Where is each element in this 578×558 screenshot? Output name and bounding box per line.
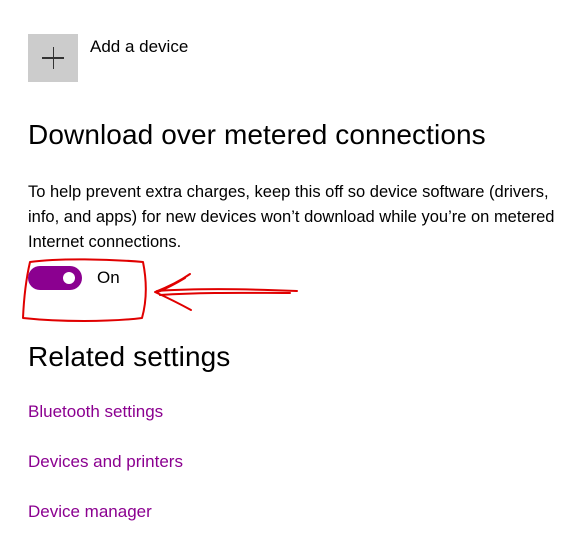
add-device-label[interactable]: Add a device (90, 37, 188, 57)
plus-icon[interactable] (28, 34, 78, 82)
annotation-arrow-shaft (156, 288, 298, 296)
plus-icon-vertical (52, 47, 54, 69)
device-manager-link[interactable]: Device manager (28, 502, 152, 522)
devices-and-printers-link[interactable]: Devices and printers (28, 452, 183, 472)
metered-section-title: Download over metered connections (28, 119, 486, 150)
toggle-knob (63, 272, 75, 284)
toggle-state-label: On (97, 268, 120, 287)
related-settings-title: Related settings (28, 341, 231, 372)
add-device-button[interactable]: Add a device (28, 34, 188, 82)
metered-description: To help prevent extra charges, keep this… (28, 183, 555, 251)
metered-download-toggle[interactable]: On (28, 266, 120, 290)
annotation-arrowhead (154, 273, 192, 311)
toggle-switch[interactable] (28, 266, 82, 290)
bluetooth-settings-link[interactable]: Bluetooth settings (28, 402, 163, 422)
